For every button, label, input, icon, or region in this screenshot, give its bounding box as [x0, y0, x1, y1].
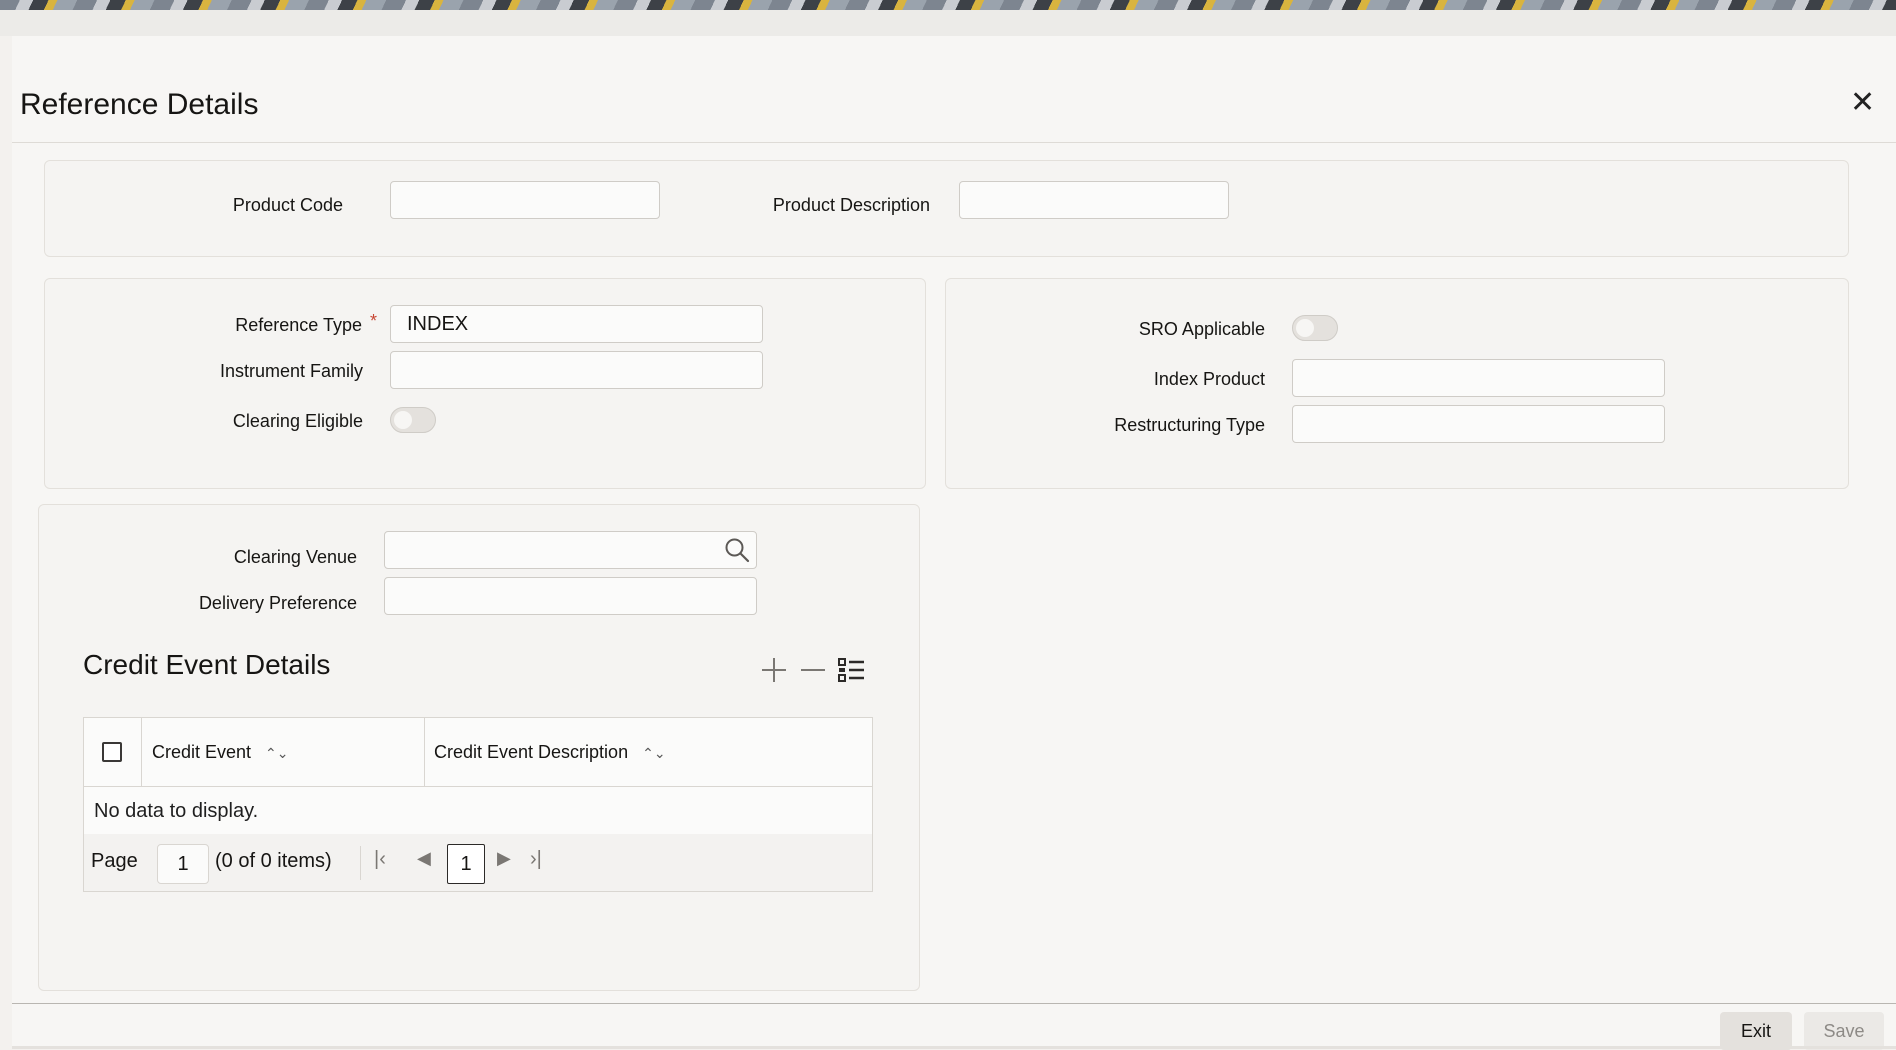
restructuring-type-field[interactable]	[1292, 405, 1665, 443]
current-page-button[interactable]: 1	[447, 844, 485, 884]
reference-type-label: Reference Type *	[235, 311, 377, 336]
save-button[interactable]: Save	[1804, 1012, 1884, 1050]
clearing-panel: Clearing Venue Delivery Preference Credi…	[38, 504, 920, 991]
sro-applicable-toggle[interactable]	[1292, 315, 1338, 341]
header-strip	[0, 10, 1896, 36]
index-product-field[interactable]	[1292, 359, 1665, 397]
close-icon[interactable]: ✕	[1850, 88, 1875, 118]
clearing-venue-label: Clearing Venue	[233, 547, 357, 567]
page-number-input[interactable]: 1	[157, 844, 209, 884]
next-page-icon[interactable]: ▶	[497, 848, 511, 869]
column-header-credit-event-label: Credit Event	[152, 742, 252, 762]
product-panel: Product Code Product Description	[44, 160, 1849, 257]
select-all-checkbox[interactable]	[102, 742, 122, 762]
clearing-eligible-label: Clearing Eligible	[232, 411, 363, 431]
credit-event-table: Credit Event ⌃⌄ Credit Event Description ⌃…	[83, 717, 873, 892]
pagination-bar: Page 1 (0 of 0 items) |‹ ◀ 1 ▶ ›|	[84, 834, 872, 891]
restructuring-type-label: Restructuring Type	[1114, 415, 1265, 435]
remove-row-icon[interactable]	[798, 655, 828, 691]
page-label: Page	[91, 850, 138, 872]
reference-details-dialog: Reference Details ✕ Product Code Product…	[12, 36, 1896, 1050]
first-page-icon[interactable]: |‹	[374, 848, 386, 871]
clearing-venue-field[interactable]	[384, 531, 757, 569]
delivery-preference-field[interactable]	[384, 577, 757, 615]
sort-icon[interactable]: ⌃⌄	[265, 745, 288, 761]
header-banner	[0, 0, 1896, 10]
exit-button[interactable]: Exit	[1720, 1012, 1792, 1050]
instrument-family-field[interactable]	[390, 351, 763, 389]
add-row-icon[interactable]	[759, 655, 789, 691]
reference-panel: Reference Type * INDEX Instrument Family …	[44, 278, 926, 489]
sro-applicable-label: SRO Applicable	[1138, 319, 1265, 339]
column-header-credit-event-description[interactable]: Credit Event Description ⌃⌄	[434, 718, 666, 786]
empty-table-message: No data to display.	[94, 800, 259, 822]
index-product-label: Index Product	[1153, 369, 1265, 389]
column-header-credit-event[interactable]: Credit Event ⌃⌄	[152, 718, 289, 786]
reference-type-label-text: Reference Type	[235, 315, 362, 335]
footer-divider	[12, 1003, 1896, 1004]
view-list-icon[interactable]	[836, 655, 866, 691]
previous-page-icon[interactable]: ◀	[417, 848, 431, 869]
product-code-label: Product Code	[232, 195, 343, 215]
column-divider	[424, 718, 425, 786]
sort-icon[interactable]: ⌃⌄	[642, 745, 665, 761]
items-count: (0 of 0 items)	[215, 850, 332, 872]
delivery-preference-label: Delivery Preference	[198, 593, 357, 613]
search-icon[interactable]	[724, 537, 750, 563]
clearing-eligible-toggle[interactable]	[390, 407, 436, 433]
column-header-credit-event-description-label: Credit Event Description	[434, 742, 629, 762]
required-marker: *	[369, 311, 377, 331]
reference-type-field[interactable]: INDEX	[390, 305, 763, 343]
product-code-field[interactable]	[390, 181, 660, 219]
credit-event-details-title: Credit Event Details	[83, 649, 331, 680]
last-page-icon[interactable]: ›|	[530, 848, 542, 871]
column-divider	[141, 718, 142, 786]
pager-divider	[360, 846, 361, 880]
title-divider	[12, 142, 1896, 143]
product-description-label: Product Description	[772, 195, 930, 215]
instrument-family-label: Instrument Family	[219, 361, 363, 381]
product-description-field[interactable]	[959, 181, 1229, 219]
sro-panel: SRO Applicable Index Product Restructuri…	[945, 278, 1849, 489]
page-title: Reference Details	[20, 88, 259, 121]
